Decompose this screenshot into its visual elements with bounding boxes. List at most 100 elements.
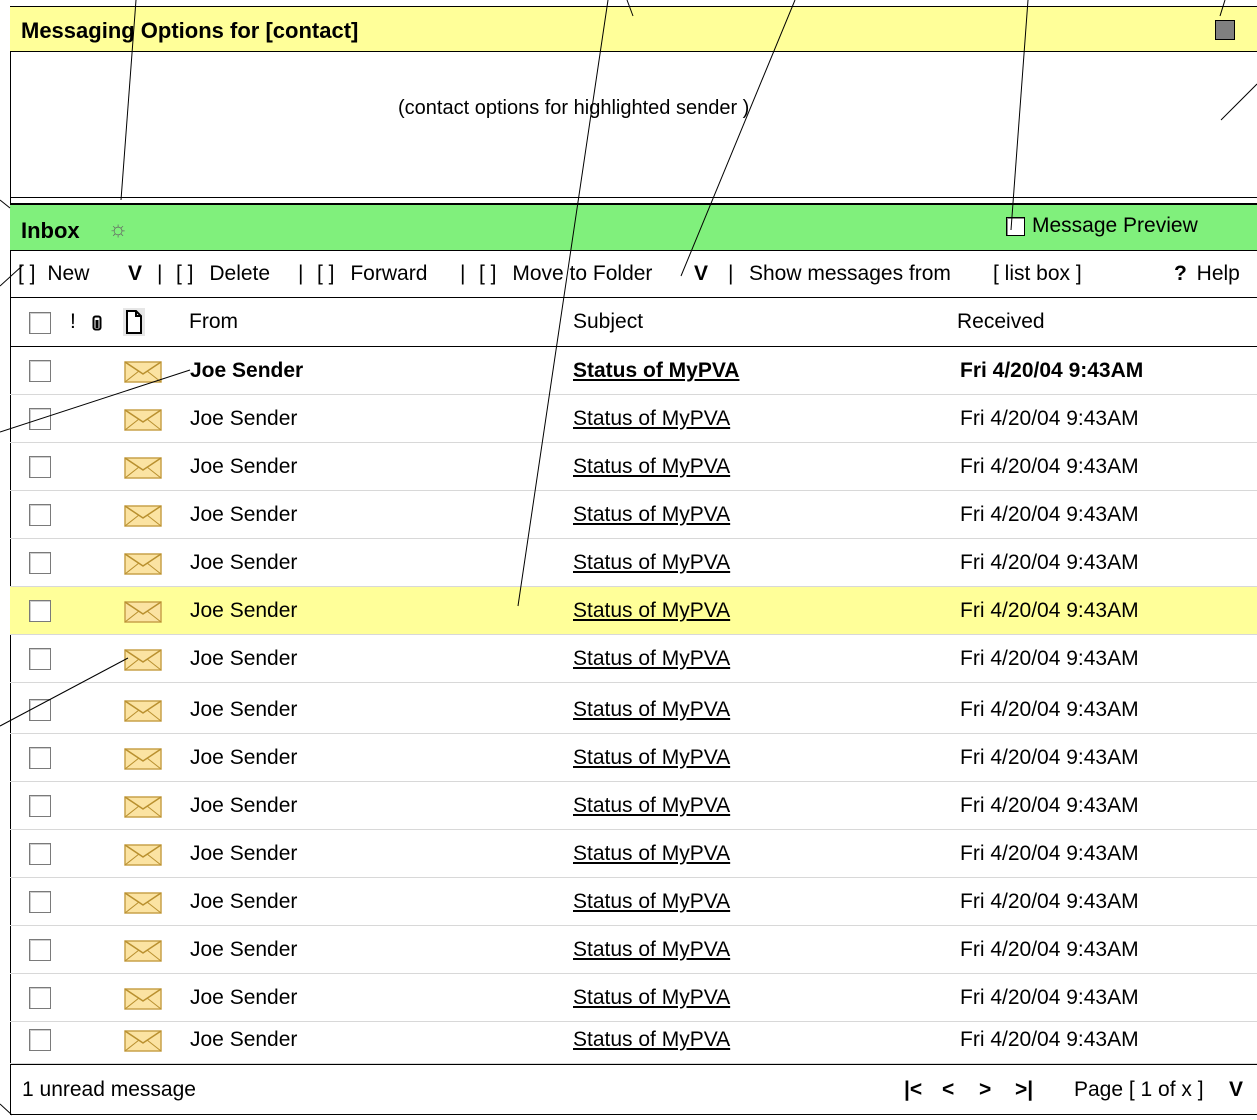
- message-from[interactable]: Joe Sender: [190, 698, 297, 722]
- message-from[interactable]: Joe Sender: [190, 455, 297, 479]
- forward-button[interactable]: [ ] Forward: [317, 262, 427, 286]
- message-subject-link[interactable]: Status of MyPVA: [573, 794, 730, 818]
- message-preview-checkbox[interactable]: [1006, 216, 1025, 236]
- message-row[interactable]: Joe Sender Status of MyPVA Fri 4/20/04 9:4…: [10, 635, 1257, 683]
- unread-count: 1 unread message: [22, 1078, 196, 1101]
- message-row[interactable]: Joe Sender Status of MyPVA Fri 4/20/04 9:4…: [10, 830, 1257, 878]
- toolbar-separator: |: [728, 262, 734, 285]
- message-checkbox[interactable]: [29, 747, 51, 769]
- message-subject-link[interactable]: Status of MyPVA: [573, 599, 730, 623]
- message-row[interactable]: Joe Sender Status of MyPVA Fri 4/20/04 9:4…: [10, 491, 1257, 539]
- previous-page-button[interactable]: <: [942, 1078, 954, 1102]
- message-subject-link[interactable]: Status of MyPVA: [573, 407, 730, 431]
- message-checkbox[interactable]: [29, 891, 51, 913]
- message-row[interactable]: Joe Sender Status of MyPVA Fri 4/20/04 9:4…: [10, 974, 1257, 1022]
- message-checkbox[interactable]: [29, 1029, 51, 1051]
- message-checkbox[interactable]: [29, 795, 51, 817]
- message-received: Fri 4/20/04 9:43AM: [960, 647, 1139, 670]
- message-checkbox[interactable]: [29, 408, 51, 430]
- last-page-button[interactable]: >|: [1015, 1078, 1033, 1102]
- message-received: Fri 4/20/04 9:43AM: [960, 551, 1139, 574]
- inbox-header: Inbox ☼ Message Preview: [10, 203, 1257, 251]
- message-checkbox[interactable]: [29, 456, 51, 478]
- message-from[interactable]: Joe Sender: [190, 746, 297, 770]
- close-square-icon[interactable]: [1215, 20, 1235, 40]
- message-subject-link[interactable]: Status of MyPVA: [573, 890, 730, 914]
- message-row[interactable]: Joe Sender Status of MyPVA Fri 4/20/04 9:4…: [10, 539, 1257, 587]
- message-from[interactable]: Joe Sender: [190, 647, 297, 671]
- message-from[interactable]: Joe Sender: [190, 938, 297, 962]
- attachment-icon[interactable]: [92, 313, 102, 337]
- message-row[interactable]: Joe Sender Status of MyPVA Fri 4/20/04 9:4…: [10, 734, 1257, 782]
- message-from[interactable]: Joe Sender: [190, 842, 297, 866]
- envelope-icon: [124, 553, 162, 581]
- message-from[interactable]: Joe Sender: [190, 551, 297, 575]
- message-subject-link[interactable]: Status of MyPVA: [573, 938, 730, 962]
- message-checkbox[interactable]: [29, 600, 51, 622]
- new-dropdown-icon[interactable]: V: [128, 262, 142, 286]
- message-from[interactable]: Joe Sender: [190, 407, 297, 431]
- subject-column[interactable]: Subject: [573, 310, 643, 334]
- message-from[interactable]: Joe Sender: [190, 890, 297, 914]
- envelope-icon: [124, 409, 162, 437]
- message-from[interactable]: Joe Sender: [190, 503, 297, 527]
- delete-button[interactable]: [ ] Delete: [176, 262, 270, 286]
- message-preview-toggle[interactable]: Message Preview: [1006, 214, 1198, 238]
- message-subject-link[interactable]: Status of MyPVA: [573, 551, 730, 575]
- message-subject-link[interactable]: Status of MyPVA: [573, 503, 730, 527]
- first-page-button[interactable]: |<: [904, 1078, 922, 1102]
- message-row[interactable]: Joe Sender Status of MyPVA Fri 4/20/04 9:4…: [10, 587, 1257, 635]
- message-subject-link[interactable]: Status of MyPVA: [573, 455, 730, 479]
- message-from[interactable]: Joe Sender: [190, 986, 297, 1010]
- message-received: Fri 4/20/04 9:43AM: [960, 842, 1139, 865]
- message-from[interactable]: Joe Sender: [190, 599, 297, 623]
- message-subject-link[interactable]: Status of MyPVA: [573, 1028, 730, 1052]
- new-button[interactable]: [ ] New: [18, 262, 89, 286]
- priority-column[interactable]: !: [70, 310, 76, 334]
- message-row[interactable]: Joe Sender Status of MyPVA Fri 4/20/04 9:4…: [10, 782, 1257, 830]
- move-to-folder-button[interactable]: [ ] Move to Folder: [479, 262, 652, 286]
- message-subject-link[interactable]: Status of MyPVA: [573, 359, 739, 383]
- message-row[interactable]: Joe Sender Status of MyPVA Fri 4/20/04 9:4…: [10, 443, 1257, 491]
- help-button[interactable]: ? Help: [1174, 262, 1240, 286]
- move-dropdown-icon[interactable]: V: [694, 262, 708, 286]
- document-icon[interactable]: [123, 308, 145, 342]
- message-row[interactable]: Joe Sender Status of MyPVA Fri 4/20/04 9:4…: [10, 1016, 1257, 1064]
- message-row[interactable]: Joe Sender Status of MyPVA Fri 4/20/04 9:4…: [10, 926, 1257, 974]
- message-checkbox[interactable]: [29, 987, 51, 1009]
- message-checkbox[interactable]: [29, 360, 51, 382]
- message-subject-link[interactable]: Status of MyPVA: [573, 842, 730, 866]
- move-checkbox[interactable]: [ ]: [479, 262, 497, 285]
- show-from-list-box[interactable]: [ list box ]: [993, 262, 1082, 286]
- new-checkbox[interactable]: [ ]: [18, 262, 36, 285]
- new-label: New: [47, 262, 90, 285]
- message-received: Fri 4/20/04 9:43AM: [960, 698, 1139, 721]
- received-column[interactable]: Received: [957, 310, 1045, 334]
- page-dropdown-icon[interactable]: V: [1229, 1078, 1243, 1102]
- sun-icon[interactable]: ☼: [108, 216, 128, 242]
- message-subject-link[interactable]: Status of MyPVA: [573, 746, 730, 770]
- message-subject-link[interactable]: Status of MyPVA: [573, 647, 730, 671]
- message-row[interactable]: Joe Sender Status of MyPVA Fri 4/20/04 9:4…: [10, 878, 1257, 926]
- message-row[interactable]: Joe Sender Status of MyPVA Fri 4/20/04 9:4…: [10, 395, 1257, 443]
- message-from[interactable]: Joe Sender: [190, 794, 297, 818]
- select-all-checkbox[interactable]: [29, 312, 51, 334]
- message-subject-link[interactable]: Status of MyPVA: [573, 986, 730, 1010]
- message-checkbox[interactable]: [29, 699, 51, 721]
- show-from-label: Show messages from: [749, 262, 951, 285]
- toolbar-separator: |: [157, 262, 163, 285]
- message-checkbox[interactable]: [29, 504, 51, 526]
- message-subject-link[interactable]: Status of MyPVA: [573, 698, 730, 722]
- next-page-button[interactable]: >: [979, 1078, 991, 1102]
- message-row[interactable]: Joe Sender Status of MyPVA Fri 4/20/04 9:4…: [10, 347, 1257, 395]
- message-checkbox[interactable]: [29, 843, 51, 865]
- message-from[interactable]: Joe Sender: [190, 1028, 297, 1052]
- message-checkbox[interactable]: [29, 939, 51, 961]
- message-row[interactable]: Joe Sender Status of MyPVA Fri 4/20/04 9:4…: [10, 686, 1257, 734]
- message-checkbox[interactable]: [29, 552, 51, 574]
- message-from[interactable]: Joe Sender: [190, 359, 303, 383]
- delete-checkbox[interactable]: [ ]: [176, 262, 194, 285]
- message-checkbox[interactable]: [29, 648, 51, 670]
- from-column[interactable]: From: [189, 310, 238, 334]
- forward-checkbox[interactable]: [ ]: [317, 262, 335, 285]
